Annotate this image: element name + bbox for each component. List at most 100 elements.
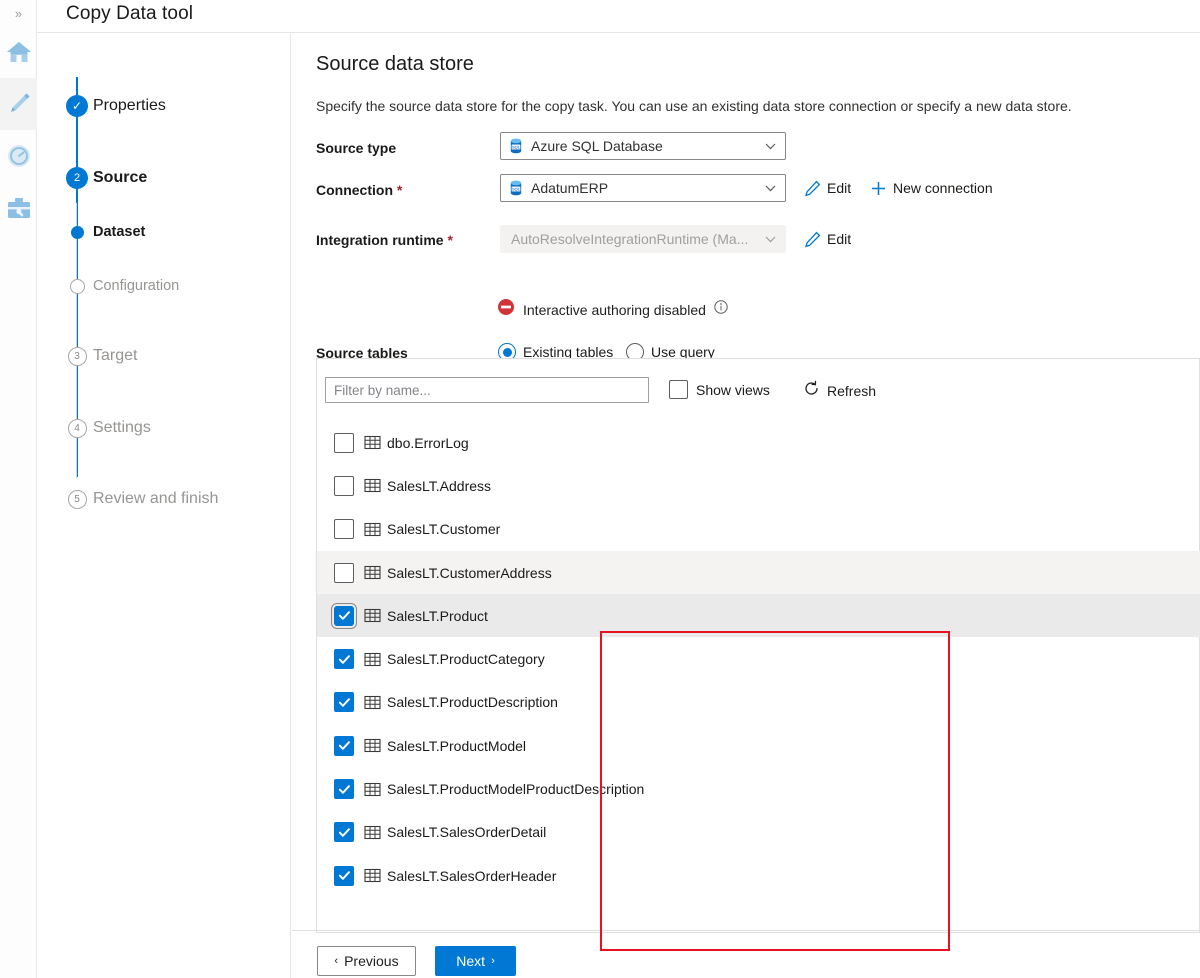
- step-label-target: Target: [93, 347, 138, 364]
- table-row[interactable]: SalesLT.Address: [317, 464, 1200, 507]
- rail-item-home[interactable]: [0, 26, 37, 78]
- footer-divider: [292, 930, 1200, 931]
- pencil-icon: [6, 91, 32, 117]
- table-row[interactable]: SalesLT.ProductModel: [317, 724, 1200, 767]
- table-row-checkbox[interactable]: [334, 649, 354, 670]
- connection-value: AdatumERP: [531, 180, 609, 196]
- sidebar-item-review-and-finish[interactable]: 5 Review and finish: [37, 481, 291, 517]
- table-row[interactable]: SalesLT.SalesOrderDetail: [317, 811, 1200, 854]
- table-row-checkbox[interactable]: [334, 519, 354, 540]
- window-title-bar: Copy Data tool: [37, 0, 1200, 33]
- copy-data-tool-window: » Copy Data tool ✓ Properties 2 Source D…: [0, 0, 1200, 978]
- edit-integration-runtime-label: Edit: [827, 231, 852, 247]
- edit-connection-button[interactable]: Edit: [804, 174, 851, 202]
- table-row-name: SalesLT.Product: [387, 607, 488, 624]
- table-row[interactable]: SalesLT.Customer: [317, 508, 1200, 551]
- table-row-name: SalesLT.ProductModelProductDescription: [387, 781, 645, 798]
- table-row-name: SalesLT.CustomerAddress: [387, 564, 552, 581]
- table-grid-icon: [364, 607, 381, 624]
- table-row[interactable]: SalesLT.ProductDescription: [317, 681, 1200, 724]
- table-list-toolbar: Show views Refresh Showing 12 out of 12 …: [317, 359, 1200, 421]
- connection-dropdown[interactable]: SQL AdatumERP: [500, 174, 786, 202]
- show-views-checkbox-box: [669, 380, 688, 399]
- sidebar-item-configuration[interactable]: Configuration: [37, 268, 291, 304]
- svg-text:SQL: SQL: [512, 187, 521, 192]
- step-label-source: Source: [93, 169, 148, 186]
- table-row-name: SalesLT.ProductCategory: [387, 651, 545, 668]
- info-icon[interactable]: [714, 300, 728, 319]
- rail-item-monitor[interactable]: [0, 130, 37, 182]
- table-grid-icon: [364, 477, 381, 494]
- plus-icon: [870, 180, 887, 197]
- integration-runtime-dropdown: AutoResolveIntegrationRuntime (Ma...: [500, 225, 786, 253]
- blocked-icon: [497, 298, 515, 321]
- step-marker-number-icon: 2: [64, 165, 90, 191]
- sidebar-item-settings[interactable]: 4 Settings: [37, 410, 291, 446]
- table-row[interactable]: SalesLT.SalesOrderHeader: [317, 854, 1200, 897]
- table-grid-icon: [364, 867, 381, 884]
- table-grid-icon: [364, 521, 381, 538]
- source-type-value: Azure SQL Database: [531, 138, 663, 154]
- sidebar-item-properties[interactable]: ✓ Properties: [37, 88, 291, 124]
- pencil-icon: [804, 231, 821, 248]
- app-rail: »: [0, 0, 37, 978]
- step-marker-circle-icon: [64, 273, 90, 299]
- new-connection-button[interactable]: New connection: [870, 174, 993, 202]
- table-row[interactable]: SalesLT.Product: [317, 594, 1200, 638]
- step-marker-number-icon: 4: [64, 415, 90, 441]
- sidebar-item-source[interactable]: 2 Source: [37, 160, 291, 196]
- table-row-checkbox[interactable]: [334, 432, 354, 453]
- table-row[interactable]: SalesLT.ProductModelProductDescription: [317, 767, 1200, 810]
- source-type-dropdown[interactable]: SQL Azure SQL Database: [500, 132, 786, 160]
- table-row-checkbox[interactable]: [331, 602, 357, 629]
- refresh-button[interactable]: Refresh: [803, 380, 876, 402]
- step-label-review-and-finish: Review and finish: [93, 490, 219, 507]
- interactive-authoring-status: Interactive authoring disabled: [497, 298, 728, 321]
- table-grid-icon: [364, 434, 381, 451]
- previous-button[interactable]: ‹ Previous: [317, 946, 416, 976]
- connection-label: Connection *: [316, 182, 403, 198]
- refresh-icon: [803, 380, 820, 402]
- table-row-checkbox[interactable]: [334, 692, 354, 713]
- table-row[interactable]: dbo.ErrorLog: [317, 421, 1200, 464]
- step-label-configuration: Configuration: [93, 278, 180, 294]
- step-marker-number-icon: 3: [64, 343, 90, 369]
- step-marker-number-icon: 5: [64, 486, 90, 512]
- table-row-checkbox[interactable]: [334, 562, 354, 583]
- table-row-checkbox[interactable]: [334, 865, 354, 886]
- chevron-right-icon: ›: [491, 955, 495, 967]
- source-type-label: Source type: [316, 140, 397, 156]
- chevron-down-icon: [765, 230, 776, 248]
- rail-item-manage[interactable]: [0, 182, 37, 234]
- next-button[interactable]: Next ›: [435, 946, 516, 976]
- table-row-checkbox[interactable]: [334, 822, 354, 843]
- edit-integration-runtime-button[interactable]: Edit: [804, 225, 851, 253]
- table-grid-icon: [364, 564, 381, 581]
- rail-item-author[interactable]: [0, 78, 37, 130]
- table-row[interactable]: SalesLT.ProductCategory: [317, 637, 1200, 680]
- chevron-left-icon: ‹: [334, 955, 339, 967]
- filter-input[interactable]: [325, 377, 649, 403]
- home-icon: [6, 40, 32, 64]
- table-row-name: SalesLT.Customer: [387, 521, 501, 538]
- show-views-checkbox[interactable]: Show views: [669, 380, 770, 399]
- pane-title: Source data store: [316, 53, 474, 75]
- sidebar-item-target[interactable]: 3 Target: [37, 338, 291, 374]
- azure-sql-database-icon: SQL: [509, 138, 523, 154]
- table-row[interactable]: SalesLT.CustomerAddress: [317, 550, 1200, 595]
- chevron-down-icon: [765, 179, 776, 197]
- table-row-checkbox[interactable]: [334, 475, 354, 496]
- table-row-name: SalesLT.SalesOrderDetail: [387, 824, 547, 841]
- wizard-steps-panel: ✓ Properties 2 Source Dataset Configurat…: [37, 33, 291, 978]
- table-grid-icon: [364, 824, 381, 841]
- table-row-checkbox[interactable]: [334, 735, 354, 756]
- previous-button-label: Previous: [344, 953, 399, 969]
- step-label-dataset: Dataset: [93, 224, 146, 240]
- table-grid-icon: [364, 651, 381, 668]
- chevron-double-right-icon[interactable]: »: [0, 0, 37, 26]
- source-data-store-pane: Source data store Specify the source dat…: [292, 33, 1200, 978]
- table-row-name: dbo.ErrorLog: [387, 434, 469, 451]
- table-row-name: SalesLT.ProductModel: [387, 737, 527, 754]
- table-row-checkbox[interactable]: [334, 779, 354, 800]
- sidebar-item-dataset[interactable]: Dataset: [37, 214, 291, 250]
